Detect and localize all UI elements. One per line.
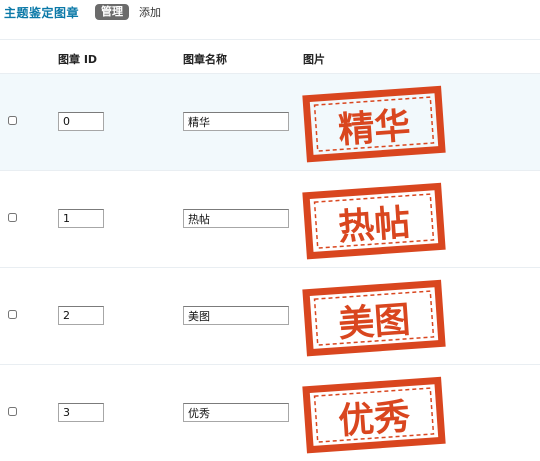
stamp-id-input[interactable]	[58, 209, 104, 228]
stamp-name-input[interactable]	[183, 403, 289, 422]
svg-text:优秀: 优秀	[337, 397, 412, 443]
table-row: 精华	[0, 73, 540, 170]
stamp-image-retie: 热帖	[300, 181, 450, 261]
row-select-checkbox[interactable]	[8, 407, 17, 416]
tab-add[interactable]: 添加	[139, 4, 161, 20]
table-row: 美图	[0, 267, 540, 364]
stamp-table: 图章 ID 图章名称 图片 精华 热帖	[0, 39, 540, 461]
page-title: 主题鉴定图章	[4, 5, 80, 20]
table-row: 优秀	[0, 364, 540, 461]
svg-text:精华: 精华	[337, 106, 412, 152]
column-header-name: 图章名称	[183, 53, 227, 66]
table-header: 图章 ID 图章名称 图片	[0, 39, 540, 73]
stamp-id-input[interactable]	[58, 403, 104, 422]
stamp-id-input[interactable]	[58, 306, 104, 325]
stamp-name-input[interactable]	[183, 112, 289, 131]
top-bar: 主题鉴定图章 管理 添加	[4, 3, 161, 21]
stamp-image-jinghua: 精华	[300, 84, 450, 164]
svg-text:热帖: 热帖	[337, 203, 412, 249]
stamp-image-meitu: 美图	[300, 278, 450, 358]
tab-manage[interactable]: 管理	[95, 4, 130, 20]
table-row: 热帖	[0, 170, 540, 267]
stamp-name-input[interactable]	[183, 209, 289, 228]
row-select-checkbox[interactable]	[8, 310, 17, 319]
stamp-image-youxiu: 优秀	[300, 375, 450, 455]
column-header-image: 图片	[303, 53, 325, 66]
stamp-name-input[interactable]	[183, 306, 289, 325]
column-header-id: 图章 ID	[58, 53, 98, 66]
row-select-checkbox[interactable]	[8, 116, 17, 125]
row-select-checkbox[interactable]	[8, 213, 17, 222]
stamp-id-input[interactable]	[58, 112, 104, 131]
svg-text:美图: 美图	[337, 300, 412, 346]
